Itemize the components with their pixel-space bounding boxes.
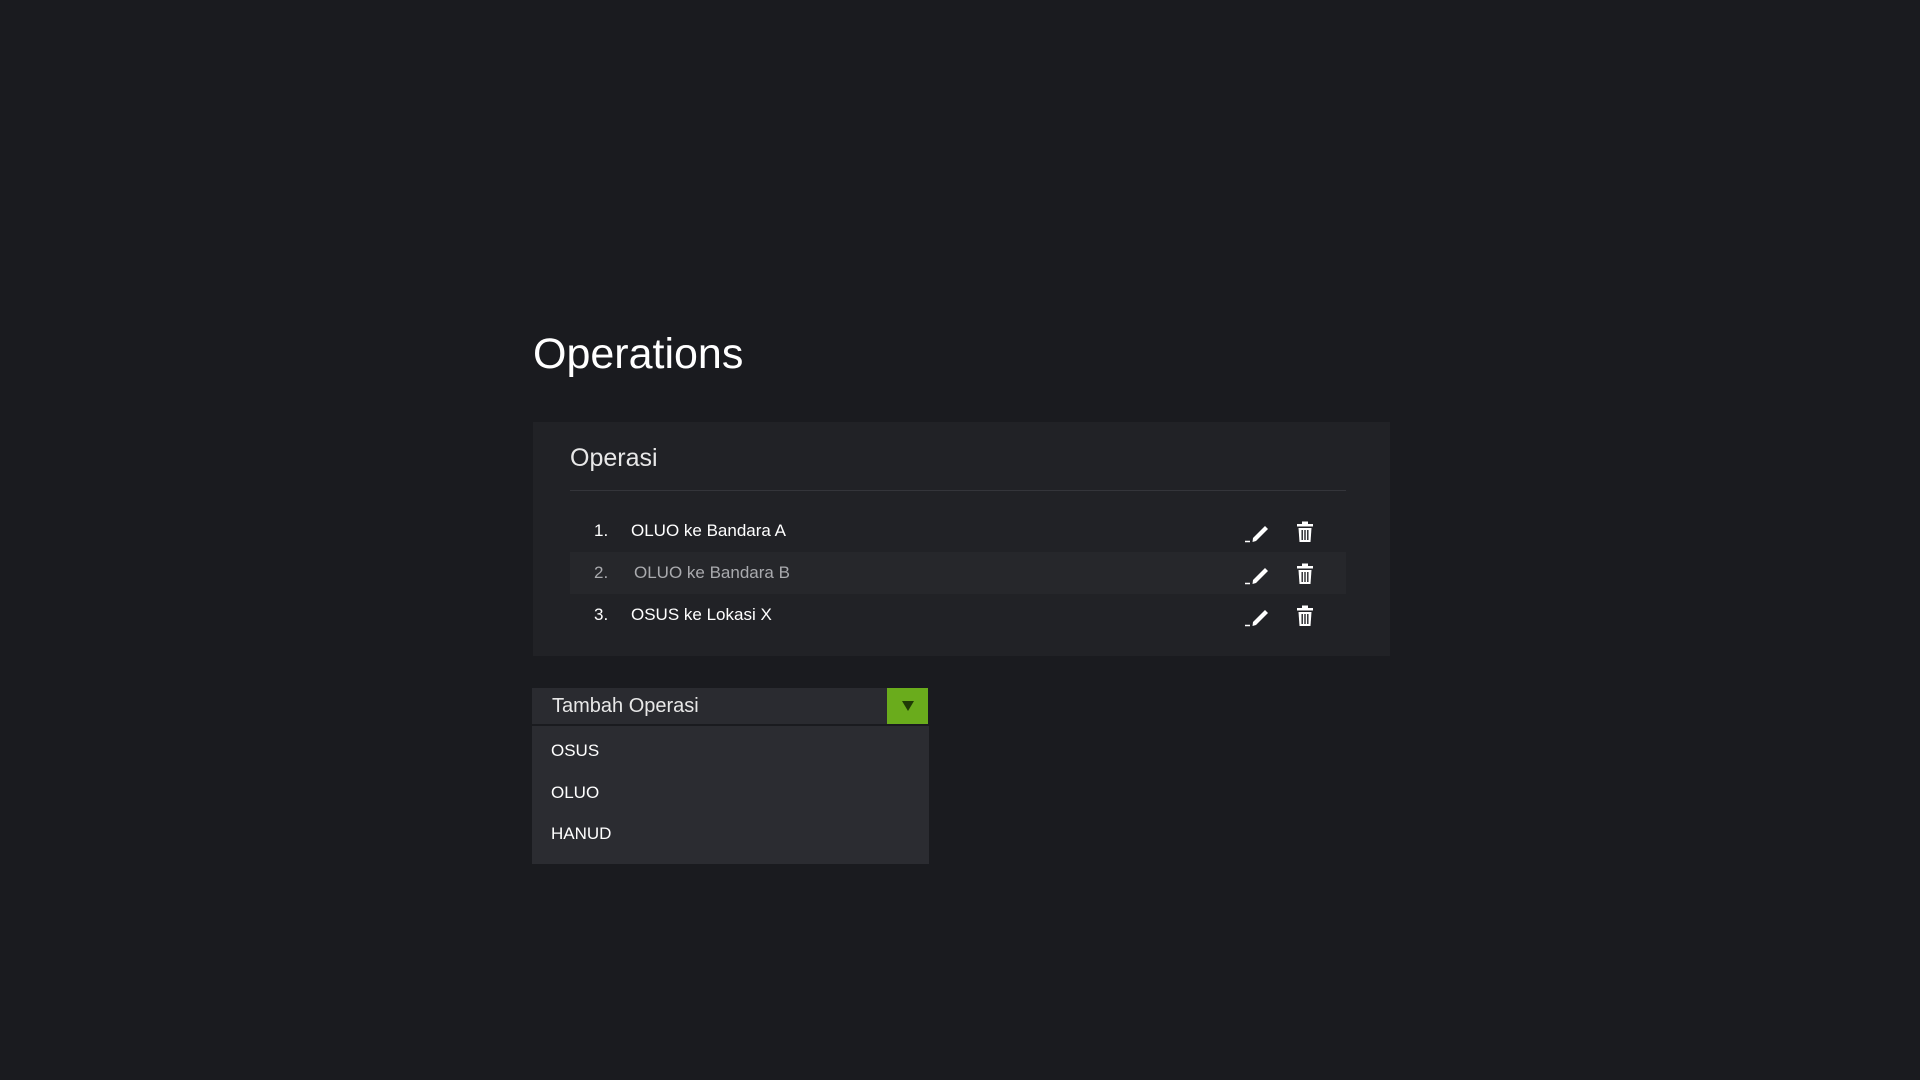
pencil-icon	[1245, 526, 1268, 543]
delete-operation-button[interactable]	[1291, 561, 1319, 587]
add-operation-label: Tambah Operasi	[552, 695, 699, 717]
edit-operation-button[interactable]	[1243, 561, 1271, 587]
page-title: Operations	[533, 330, 744, 378]
dropdown-toggle-button[interactable]	[887, 688, 928, 724]
edit-operation-button[interactable]	[1243, 519, 1271, 545]
add-operation-select[interactable]: Tambah Operasi	[532, 688, 928, 724]
add-operation-menu: OSUS OLUO HANUD	[532, 726, 929, 864]
caret-down-icon	[901, 701, 914, 711]
dropdown-option-oluo[interactable]: OLUO	[551, 781, 599, 805]
operation-number: 3.	[594, 605, 609, 624]
operation-number: 1.	[594, 521, 609, 540]
operations-panel: Operasi 1. OLUO ke Bandara A 2. OLUO ke …	[533, 422, 1390, 656]
pencil-icon	[1245, 568, 1268, 585]
trash-icon	[1297, 605, 1313, 626]
dropdown-option-hanud[interactable]: HANUD	[551, 822, 611, 846]
operation-label: OLUO ke Bandara A	[631, 521, 786, 540]
operation-row: 3. OSUS ke Lokasi X	[570, 594, 1346, 636]
operations-list: 1. OLUO ke Bandara A 2. OLUO ke Bandara …	[570, 510, 1346, 636]
delete-operation-button[interactable]	[1291, 519, 1319, 545]
pencil-icon	[1245, 610, 1268, 627]
dropdown-option-osus[interactable]: OSUS	[551, 739, 599, 763]
trash-icon	[1297, 563, 1313, 584]
operation-label: OLUO ke Bandara B	[634, 563, 790, 582]
operation-label: OSUS ke Lokasi X	[631, 605, 772, 624]
panel-divider	[570, 490, 1346, 491]
delete-operation-button[interactable]	[1291, 603, 1319, 629]
operation-number: 2.	[594, 563, 609, 582]
panel-title: Operasi	[570, 444, 658, 472]
edit-operation-button[interactable]	[1243, 603, 1271, 629]
operation-row: 2. OLUO ke Bandara B	[570, 552, 1346, 594]
trash-icon	[1297, 521, 1313, 542]
operation-row: 1. OLUO ke Bandara A	[570, 510, 1346, 552]
